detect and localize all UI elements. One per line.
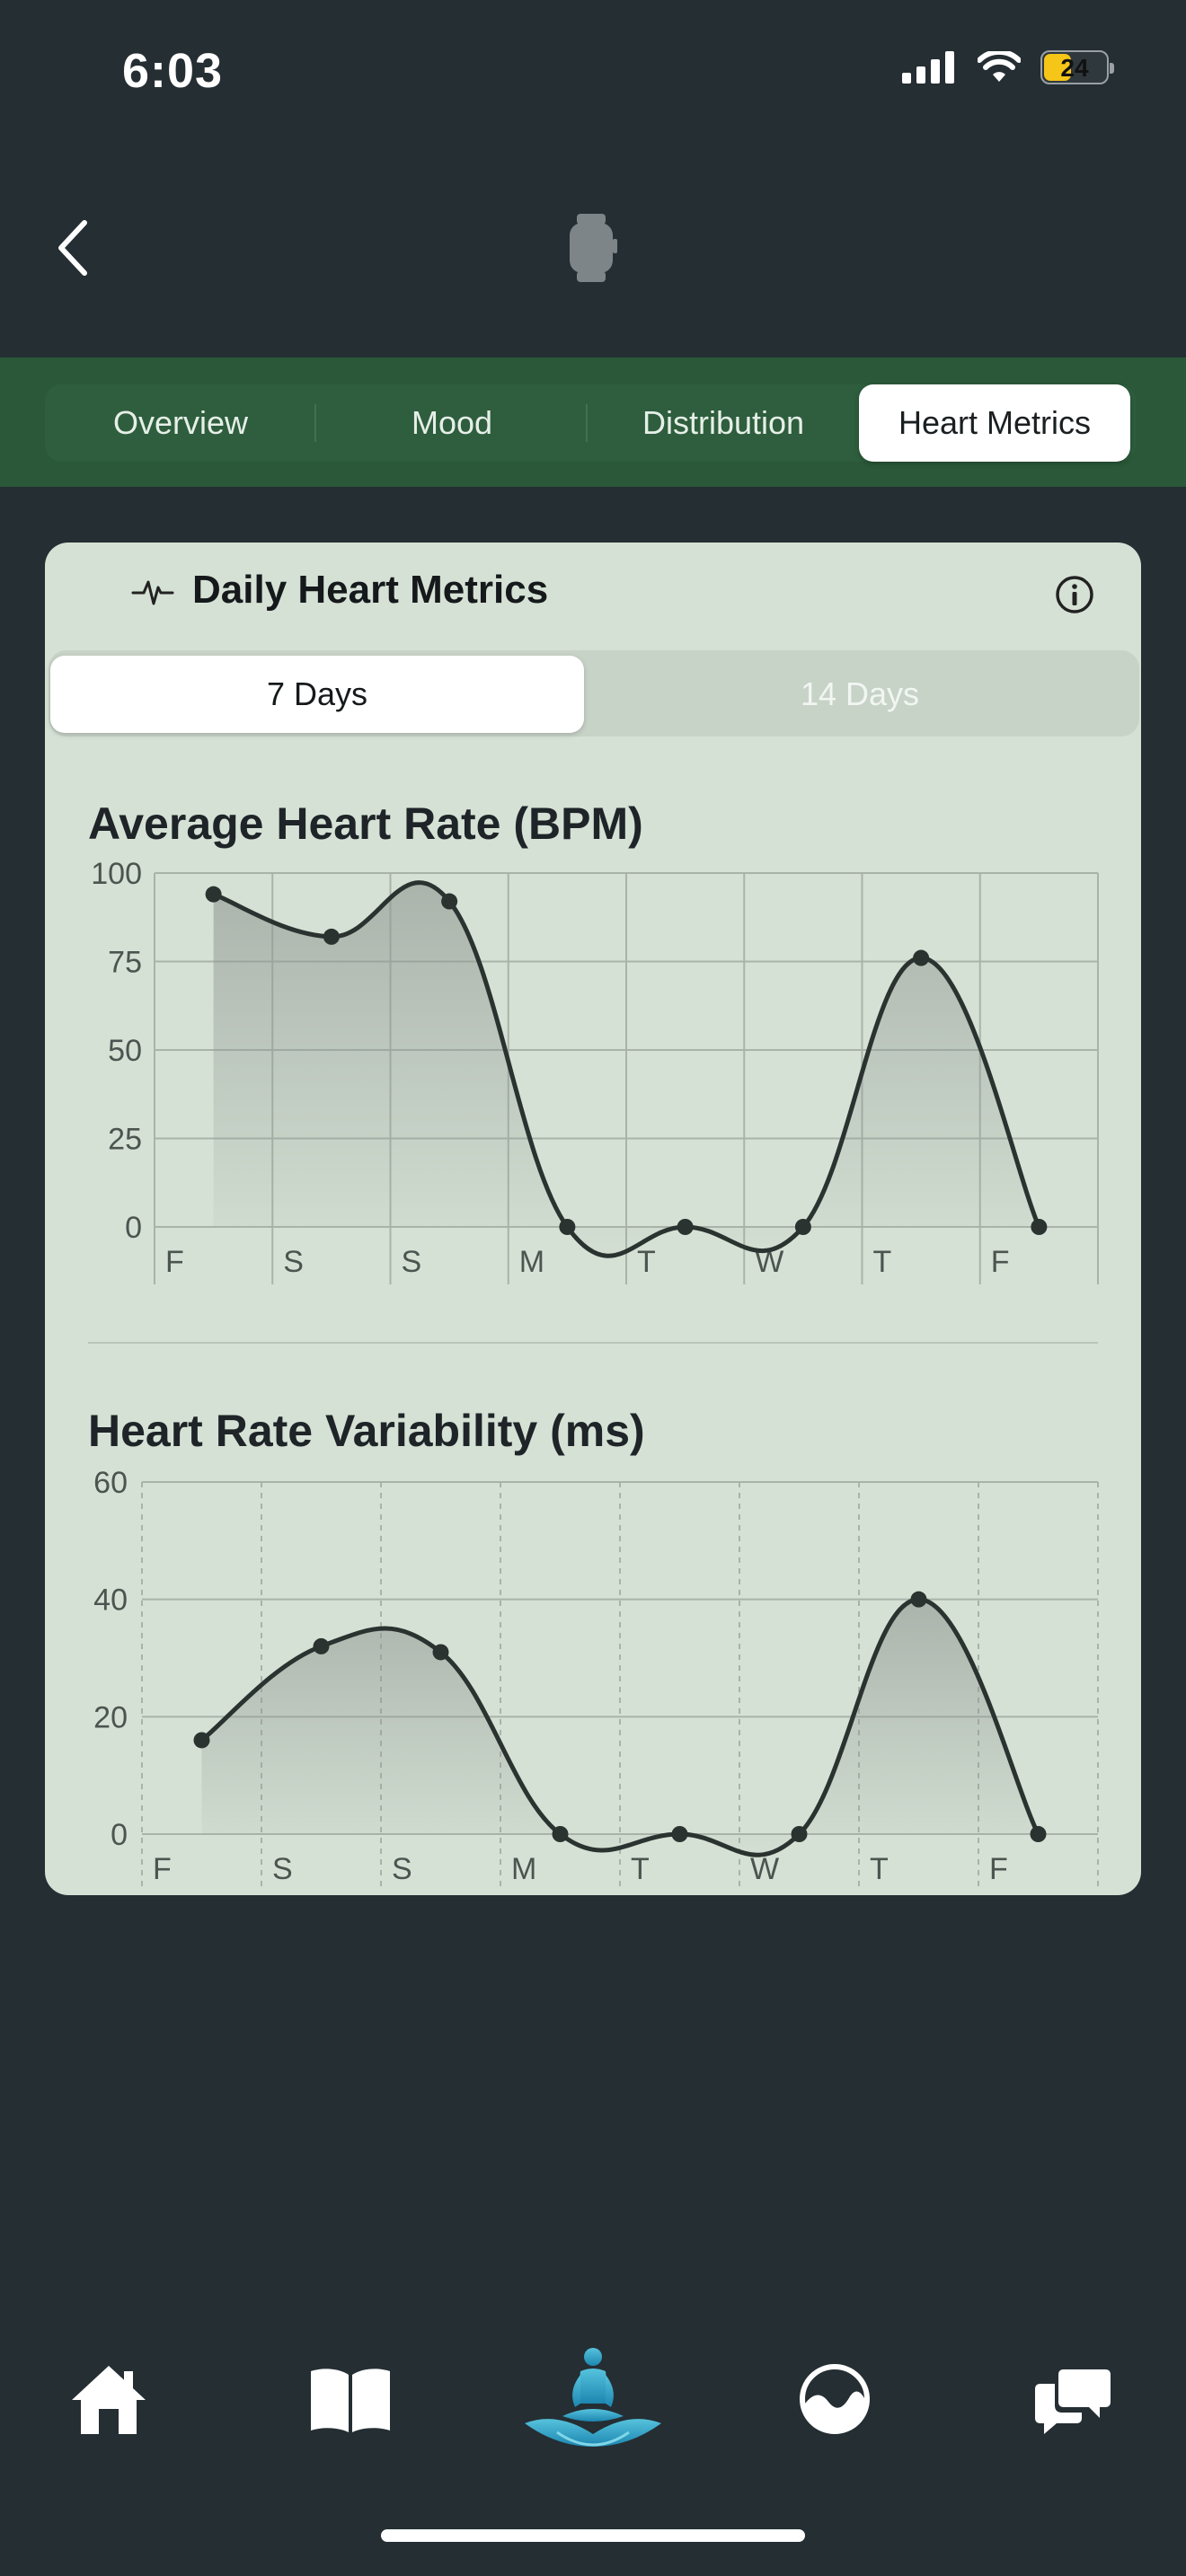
tab-mood[interactable]: Mood	[316, 384, 588, 462]
back-button[interactable]	[47, 212, 101, 284]
tab-overview[interactable]: Overview	[45, 384, 316, 462]
range-7-days[interactable]: 7 Days	[50, 656, 584, 733]
data-point	[910, 1591, 927, 1608]
x-tick-label: T	[631, 1852, 650, 1886]
y-tick-label: 20	[93, 1700, 128, 1734]
data-point	[441, 893, 458, 910]
data-point	[671, 1826, 688, 1842]
x-tick-label: F	[991, 1245, 1010, 1279]
range-14-days[interactable]: 14 Days	[584, 656, 1136, 733]
hrv-chart: 0 20 40 60 F S S M T W T F	[93, 1466, 1099, 1886]
data-point	[313, 1637, 330, 1654]
heart-pulse-icon	[131, 580, 174, 605]
data-point	[323, 928, 340, 945]
x-tick-label: T	[873, 1245, 892, 1279]
meditation-icon[interactable]	[521, 2344, 665, 2461]
data-point	[205, 886, 222, 903]
data-point	[913, 949, 930, 966]
y-tick-label: 40	[93, 1584, 128, 1618]
x-tick-label: S	[402, 1245, 422, 1279]
data-point	[432, 1644, 449, 1661]
battery-icon: 24	[1040, 50, 1114, 84]
chat-icon[interactable]	[1033, 2366, 1112, 2436]
data-point	[552, 1826, 569, 1842]
watch-icon[interactable]	[564, 212, 618, 284]
y-tick-label: 100	[91, 857, 142, 891]
x-tick-label: S	[272, 1852, 293, 1886]
x-tick-label: T	[870, 1852, 889, 1886]
y-tick-label: 0	[125, 1211, 142, 1245]
tab-distribution[interactable]: Distribution	[588, 384, 859, 462]
signal-icon	[902, 51, 954, 84]
y-tick-label: 0	[111, 1818, 128, 1852]
segmented-tabs: Overview Mood Distribution Heart Metrics	[45, 384, 1136, 462]
x-tick-label: F	[989, 1852, 1008, 1886]
y-tick-label: 75	[108, 946, 142, 980]
home-indicator	[381, 2529, 805, 2542]
data-point	[193, 1732, 210, 1749]
data-point	[677, 1219, 694, 1235]
book-icon[interactable]	[309, 2366, 392, 2434]
chart-divider	[88, 1342, 1098, 1344]
status-icons: 24	[902, 50, 1114, 84]
x-tick-label: M	[519, 1245, 544, 1279]
data-point	[559, 1219, 576, 1235]
status-time: 6:03	[122, 44, 224, 98]
battery-level: 24	[1060, 54, 1089, 82]
chart-title-heart-rate: Average Heart Rate (BPM)	[88, 798, 643, 849]
chart-title-hrv: Heart Rate Variability (ms)	[88, 1406, 645, 1456]
bottom-navigation	[0, 2326, 1186, 2488]
x-tick-label: S	[283, 1245, 304, 1279]
data-point	[1031, 1219, 1048, 1235]
y-tick-label: 50	[108, 1034, 142, 1068]
data-point	[791, 1826, 808, 1842]
y-tick-label: 60	[93, 1466, 128, 1500]
home-icon[interactable]	[68, 2362, 149, 2438]
card-title: Daily Heart Metrics	[192, 568, 549, 612]
data-point	[794, 1219, 811, 1235]
x-tick-label: M	[511, 1852, 536, 1886]
chevron-left-icon	[58, 220, 87, 276]
x-tick-label: F	[153, 1852, 172, 1886]
y-tick-label: 25	[108, 1123, 142, 1157]
x-tick-label: W	[750, 1852, 779, 1886]
x-tick-label: F	[165, 1245, 184, 1279]
x-tick-label: T	[637, 1245, 656, 1279]
wifi-icon	[978, 51, 1021, 82]
x-tick-label: S	[392, 1852, 412, 1886]
info-icon[interactable]	[1053, 573, 1096, 616]
insights-icon[interactable]	[798, 2362, 872, 2436]
tab-heart-metrics[interactable]: Heart Metrics	[859, 384, 1130, 462]
heart-rate-chart: 0255075100F S S M T W T F	[91, 857, 1099, 1284]
data-point	[1030, 1826, 1047, 1842]
